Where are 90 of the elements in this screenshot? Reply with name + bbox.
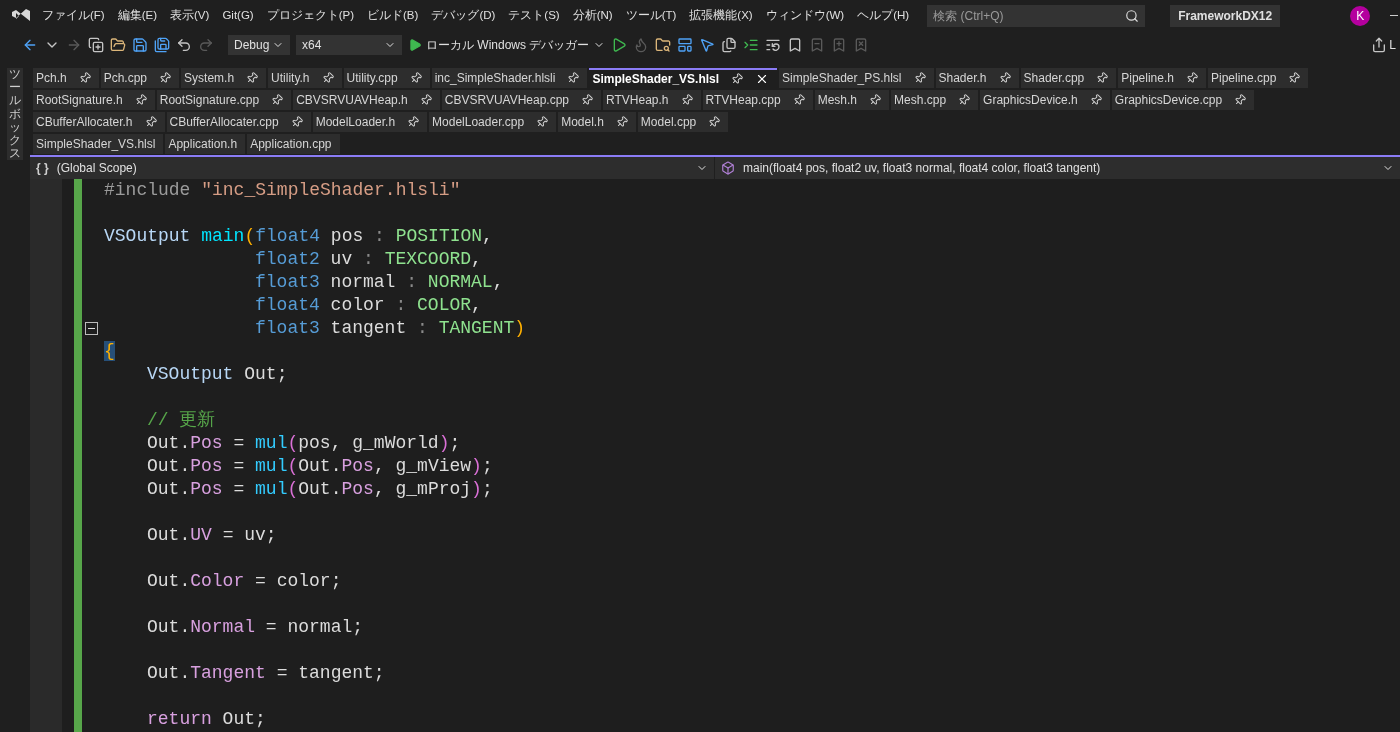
menu-item[interactable]: プロジェクト(P) bbox=[266, 7, 355, 25]
pointer-icon[interactable] bbox=[699, 37, 716, 53]
search-icon[interactable] bbox=[1125, 9, 1140, 23]
folder-search-icon[interactable] bbox=[655, 37, 672, 53]
file-tab[interactable]: RootSignature.cpp bbox=[156, 90, 292, 110]
folder-icon[interactable] bbox=[110, 37, 126, 53]
code-line: VSOutput main(float4 pos : POSITION, bbox=[104, 226, 493, 246]
code-line: Out.Pos = mul(Out.Pos, g_mView); bbox=[147, 456, 493, 476]
file-tab[interactable]: Pch.h bbox=[33, 68, 99, 88]
file-tab[interactable]: Shader.h bbox=[935, 68, 1019, 88]
indent-icon[interactable] bbox=[743, 37, 760, 53]
toolbox-label[interactable]: ツールボックス bbox=[7, 68, 23, 161]
undo-icon[interactable] bbox=[176, 37, 192, 53]
menu-item[interactable]: テスト(S) bbox=[508, 7, 560, 25]
file-tab[interactable]: System.h bbox=[181, 68, 267, 88]
code-line: Out.Tangent = tangent; bbox=[147, 663, 385, 683]
menu-item[interactable]: ファイル(F) bbox=[42, 7, 105, 25]
files-icon[interactable] bbox=[721, 37, 738, 53]
platform-dropdown[interactable]: x64 bbox=[296, 35, 402, 55]
search-input[interactable]: 検索 (Ctrl+Q) bbox=[933, 7, 1126, 25]
file-tab[interactable]: SimpleShader_VS.hlsl bbox=[589, 68, 778, 88]
menu-item[interactable]: ヘルプ(H) bbox=[857, 7, 910, 25]
minimize-icon[interactable] bbox=[1390, 15, 1398, 17]
configuration-dropdown[interactable]: Debug bbox=[228, 35, 290, 55]
live-share-button[interactable]: L bbox=[1389, 36, 1396, 54]
menu-item[interactable]: 拡張機能(X) bbox=[689, 7, 753, 25]
file-tab[interactable]: CBVSRVUAVHeap.h bbox=[293, 90, 440, 110]
menu-item[interactable]: 編集(E) bbox=[117, 7, 158, 25]
file-tab[interactable]: Shader.cpp bbox=[1020, 68, 1117, 88]
share-icon[interactable] bbox=[1371, 37, 1388, 53]
code-line: float2 uv : TEXCOORD, bbox=[255, 249, 482, 269]
window-icon[interactable] bbox=[677, 37, 694, 53]
file-tab[interactable]: Application.cpp bbox=[247, 134, 340, 154]
menu-item[interactable]: 表示(V) bbox=[170, 7, 210, 25]
file-tab[interactable]: CBufferAllocater.cpp bbox=[166, 112, 311, 132]
menu-item[interactable]: Git(G) bbox=[222, 7, 254, 25]
collapse-icon[interactable] bbox=[85, 322, 98, 335]
code-line: Out.Pos = mul(pos, g_mWorld); bbox=[147, 433, 461, 453]
file-tab[interactable]: SimpleShader_VS.hlsl bbox=[33, 134, 164, 154]
file-tab[interactable]: Pipeline.h bbox=[1118, 68, 1206, 88]
code-line: // 更新 bbox=[147, 410, 216, 430]
project-name: FrameworkDX12 bbox=[1170, 5, 1281, 27]
save-all-icon[interactable] bbox=[154, 37, 170, 53]
code-line: Out.Color = color; bbox=[147, 571, 342, 591]
menu-item[interactable]: ツール(T) bbox=[625, 7, 677, 25]
file-tab[interactable]: GraphicsDevice.cpp bbox=[1111, 90, 1255, 110]
braces-icon: { } bbox=[36, 159, 49, 177]
file-tab[interactable]: RTVHeap.cpp bbox=[702, 90, 813, 110]
code-line: float3 tangent : TANGENT) bbox=[255, 318, 526, 338]
cube-icon bbox=[721, 161, 735, 175]
menu-item[interactable]: 分析(N) bbox=[572, 7, 613, 25]
file-tab[interactable]: Mesh.cpp bbox=[891, 90, 979, 110]
save-icon[interactable] bbox=[132, 37, 148, 53]
run-button[interactable]: ローカル Windows デバッガー bbox=[408, 36, 606, 54]
menu-item[interactable]: デバッグ(D) bbox=[431, 7, 496, 25]
file-tab[interactable]: Mesh.h bbox=[814, 90, 890, 110]
file-tab[interactable]: RTVHeap.h bbox=[603, 90, 701, 110]
file-tab[interactable]: CBVSRVUAVHeap.cpp bbox=[441, 90, 602, 110]
menu-item[interactable]: ウィンドウ(W) bbox=[765, 7, 845, 25]
code-line: Out.UV = uv; bbox=[147, 525, 277, 545]
file-tab[interactable]: RootSignature.h bbox=[33, 90, 155, 110]
member-dropdown[interactable]: main(float4 pos, float2 uv, float3 normal, float4 color, float3 tangent) bbox=[715, 157, 1400, 179]
new-item-icon[interactable] bbox=[88, 37, 104, 53]
file-tab[interactable]: ModelLoader.cpp bbox=[429, 112, 557, 132]
file-tab[interactable]: SimpleShader_PS.hlsl bbox=[779, 68, 934, 88]
list-icon[interactable] bbox=[765, 37, 782, 53]
file-tab[interactable]: CBufferAllocater.h bbox=[33, 112, 165, 132]
file-tab[interactable]: inc_SimpleShader.hlsli bbox=[431, 68, 588, 88]
code-line: #include "inc_SimpleShader.hlsli" bbox=[104, 180, 461, 200]
menu-item[interactable]: ビルド(B) bbox=[367, 7, 419, 25]
code-line: VSOutput Out; bbox=[147, 364, 288, 384]
user-avatar[interactable]: K bbox=[1350, 6, 1371, 26]
file-tab[interactable]: Model.cpp bbox=[637, 112, 729, 132]
play-icon[interactable] bbox=[408, 38, 422, 52]
play-icon[interactable] bbox=[611, 37, 628, 53]
code-line: Out.Normal = normal; bbox=[147, 617, 364, 637]
back-icon[interactable] bbox=[22, 37, 38, 53]
file-tab[interactable]: Model.h bbox=[558, 112, 636, 132]
code-line: return Out; bbox=[147, 709, 266, 729]
file-tab[interactable]: Application.h bbox=[165, 134, 246, 154]
code-line: Out.Pos = mul(Out.Pos, g_mProj); bbox=[147, 479, 493, 499]
file-tab[interactable]: Pch.cpp bbox=[100, 68, 180, 88]
file-tab[interactable]: GraphicsDevice.h bbox=[980, 90, 1110, 110]
code-line: float3 normal : NORMAL, bbox=[255, 272, 504, 292]
file-tab[interactable]: Pipeline.cpp bbox=[1208, 68, 1309, 88]
file-tab[interactable]: Utility.cpp bbox=[343, 68, 430, 88]
search-field[interactable]: 検索 (Ctrl+Q) bbox=[927, 5, 1146, 27]
file-tab[interactable]: Utility.h bbox=[268, 68, 342, 88]
file-tab[interactable]: ModelLoader.h bbox=[312, 112, 428, 132]
code-line: float4 color : COLOR, bbox=[255, 295, 482, 315]
